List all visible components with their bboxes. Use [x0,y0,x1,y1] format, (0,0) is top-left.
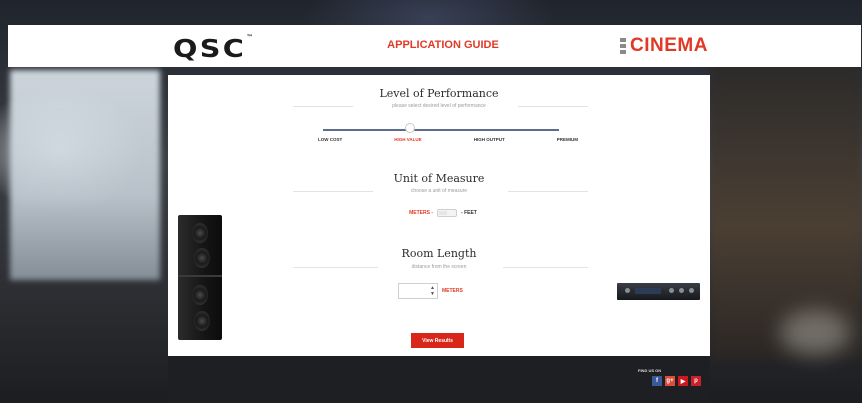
performance-option-high-value[interactable]: HIGH VALUE [394,137,421,147]
performance-option-high-output[interactable]: HIGH OUTPUT [474,137,505,147]
amplifier-image [617,283,700,300]
speaker-cone [192,223,208,243]
speaker-cone [194,248,210,268]
speaker-cone [192,285,208,305]
site-footer: FIND US ON f g+ ▶ p [168,356,710,403]
social-links: f g+ ▶ p [652,376,701,386]
find-us-label: FIND US ON [638,368,662,373]
performance-slider-handle[interactable] [405,123,415,133]
divider [518,106,588,107]
room-length-title: Room Length [401,247,477,260]
page-title: APPLICATION GUIDE [387,39,499,51]
background-light-blur [10,70,160,280]
qsc-logo[interactable]: QSC™ [173,34,253,63]
amp-knob [669,288,674,293]
feet-label[interactable]: - FEET [461,210,477,216]
room-length-subtitle-text: distance from the screen [411,264,467,270]
site-header: QSC™ APPLICATION GUIDE CINEMA [8,25,861,67]
divider [293,106,353,107]
divider [293,191,373,192]
performance-option-low-cost[interactable]: LOW COST [318,137,342,147]
performance-subtitle-text: please select desired level of performan… [392,103,486,109]
divider [293,267,378,268]
speaker-cabinet-image [178,215,222,340]
amp-knob [625,288,630,293]
amp-display [635,288,661,294]
unit-subtitle: choose a unit of measure [168,188,710,194]
cinema-bars-icon [620,38,626,54]
divider [503,267,588,268]
room-length-input[interactable]: ▲ ▼ [398,283,438,299]
performance-subtitle: please select desired level of performan… [168,103,710,109]
room-length-row: ▲ ▼ METERS [398,282,488,300]
pinterest-icon[interactable]: p [691,376,701,386]
amp-knob [679,288,684,293]
room-length-unit: METERS [442,288,463,294]
performance-option-premium[interactable]: PREMIUM [557,137,578,147]
google-plus-icon[interactable]: g+ [665,376,675,386]
performance-options: LOW COST HIGH VALUE HIGH OUTPUT PREMIUM [318,137,578,147]
logo-trademark: ™ [246,34,254,41]
cabinet-seam [178,275,222,277]
application-guide-panel: Level of Performance please select desir… [168,75,710,356]
performance-slider-track[interactable] [323,129,559,131]
meters-label[interactable]: METERS - [409,210,433,216]
youtube-icon[interactable]: ▶ [678,376,688,386]
divider [508,191,588,192]
amp-knob [689,288,694,293]
logo-text: QSC [173,34,247,63]
speaker-cone [194,311,210,331]
performance-title: Level of Performance [379,87,499,100]
unit-toggle-switch[interactable] [437,209,458,217]
unit-toggle-row: METERS - - FEET [378,207,508,219]
unit-subtitle-text: choose a unit of measure [410,188,468,194]
cinema-brand[interactable]: CINEMA [620,34,708,58]
background-spot-blur [780,310,850,355]
background-dark-blur [710,60,862,360]
cinema-brand-text: CINEMA [630,35,708,56]
unit-title: Unit of Measure [393,172,485,185]
facebook-icon[interactable]: f [652,376,662,386]
view-results-button[interactable]: View Results [411,333,464,348]
room-length-subtitle: distance from the screen [168,264,710,270]
stepper-arrows-icon[interactable]: ▲ ▼ [430,285,435,297]
